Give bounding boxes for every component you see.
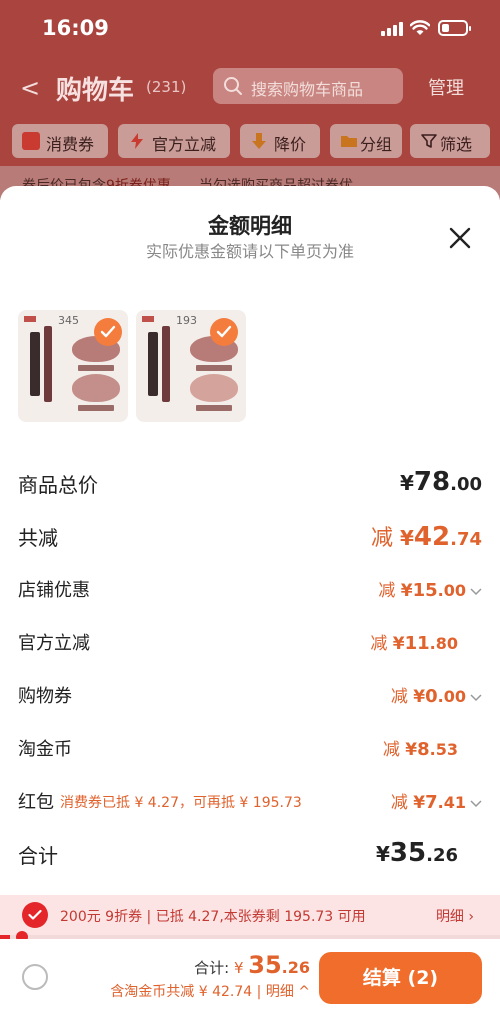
filter-price-drop[interactable]: 降价	[240, 124, 320, 158]
filter-screen[interactable]: 筛选	[410, 124, 490, 158]
search-icon	[224, 77, 242, 95]
chevron-down-icon	[470, 799, 482, 807]
product-check-icon[interactable]	[94, 318, 122, 346]
page-title: 购物车	[56, 76, 135, 106]
sold-count: 345	[58, 314, 79, 327]
filter-label: 降价	[274, 135, 307, 154]
cart-header: < 购物车 (231) 搜索购物车商品 管理	[0, 60, 500, 114]
filter-label: 官方立减	[152, 135, 217, 154]
coupon-icon	[22, 132, 40, 150]
row-value: ¥78.00	[400, 467, 482, 497]
red-packet-hint: 消费券已抵 ¥ 4.27，可再抵 ¥ 195.73	[60, 795, 302, 811]
row-label: 共减	[18, 526, 58, 550]
chevron-down-icon	[470, 587, 482, 595]
sheet-title: 金额明细	[208, 214, 292, 238]
checkout-button[interactable]: 结算 (2)	[319, 952, 482, 1004]
battery-icon	[438, 20, 471, 36]
wifi-icon	[410, 20, 430, 35]
funnel-icon	[421, 134, 437, 148]
filter-bar: 消费券 官方立减 降价 分组 筛选	[0, 116, 500, 166]
filter-label: 分组	[360, 135, 393, 154]
chevron-down-icon	[470, 693, 482, 701]
select-all-radio[interactable]	[22, 964, 48, 990]
checkout-bar: 合计: ¥ 35.26 含淘金币共减 ¥ 42.74 | 明细 ^ 结算 (2)	[0, 939, 500, 1013]
coupon-check-icon[interactable]	[22, 902, 48, 928]
cart-count: (231)	[146, 78, 187, 96]
coupon-strip[interactable]: 200元 9折券 | 已抵 4.27,本张券剩 195.73 可用 明细 ›	[0, 895, 500, 935]
bottom-savings-text[interactable]: 含淘金币共减 ¥ 42.74 | 明细 ^	[110, 981, 310, 1001]
search-placeholder: 搜索购物车商品	[251, 80, 364, 99]
row-label: 官方立减	[18, 633, 90, 654]
status-bar: 16:09	[0, 0, 500, 60]
close-icon[interactable]	[447, 225, 473, 251]
filter-coupon[interactable]: 消费券	[12, 124, 108, 158]
amount-detail-sheet: 金额明细 实际优惠金额请以下单页为准 345 193 商品总价 ¥78.00 共…	[0, 186, 500, 1013]
row-label: 红包	[18, 792, 54, 813]
manage-button[interactable]: 管理	[428, 74, 464, 100]
sold-count: 193	[176, 314, 197, 327]
search-input[interactable]: 搜索购物车商品	[213, 68, 403, 104]
row-label: 购物券	[18, 686, 72, 707]
filter-group[interactable]: 分组	[330, 124, 402, 158]
down-arrow-icon	[252, 133, 266, 149]
row-label: 商品总价	[18, 473, 98, 497]
row-label: 合计	[18, 844, 58, 868]
row-value: 减 ¥42.74	[371, 522, 482, 552]
row-value: 减 ¥11.80	[370, 633, 458, 654]
row-label: 店铺优惠	[18, 580, 90, 601]
sheet-subtitle: 实际优惠金额请以下单页为准	[145, 242, 354, 261]
status-time: 16:09	[42, 16, 109, 40]
row-value: 减 ¥0.00	[391, 682, 482, 707]
coupon-text: 200元 9折券 | 已抵 4.27,本张券剩 195.73 可用	[60, 909, 366, 925]
back-icon[interactable]: <	[20, 74, 40, 102]
lightning-icon	[131, 133, 143, 149]
signal-icon	[381, 22, 403, 36]
filter-official[interactable]: 官方立减	[118, 124, 230, 158]
row-label: 淘金币	[18, 739, 72, 760]
folder-icon	[341, 136, 357, 147]
row-value: 减 ¥8.53	[382, 739, 458, 760]
row-value: 减 ¥15.00	[378, 576, 482, 601]
row-value: ¥35.26	[376, 838, 458, 868]
bottom-total: 合计: ¥ 35.26	[194, 951, 310, 979]
filter-label: 消费券	[46, 135, 95, 154]
row-value: 减 ¥7.41	[391, 788, 482, 813]
coupon-detail-link[interactable]: 明细 ›	[436, 906, 474, 926]
product-check-icon[interactable]	[210, 318, 238, 346]
filter-label: 筛选	[440, 135, 473, 154]
